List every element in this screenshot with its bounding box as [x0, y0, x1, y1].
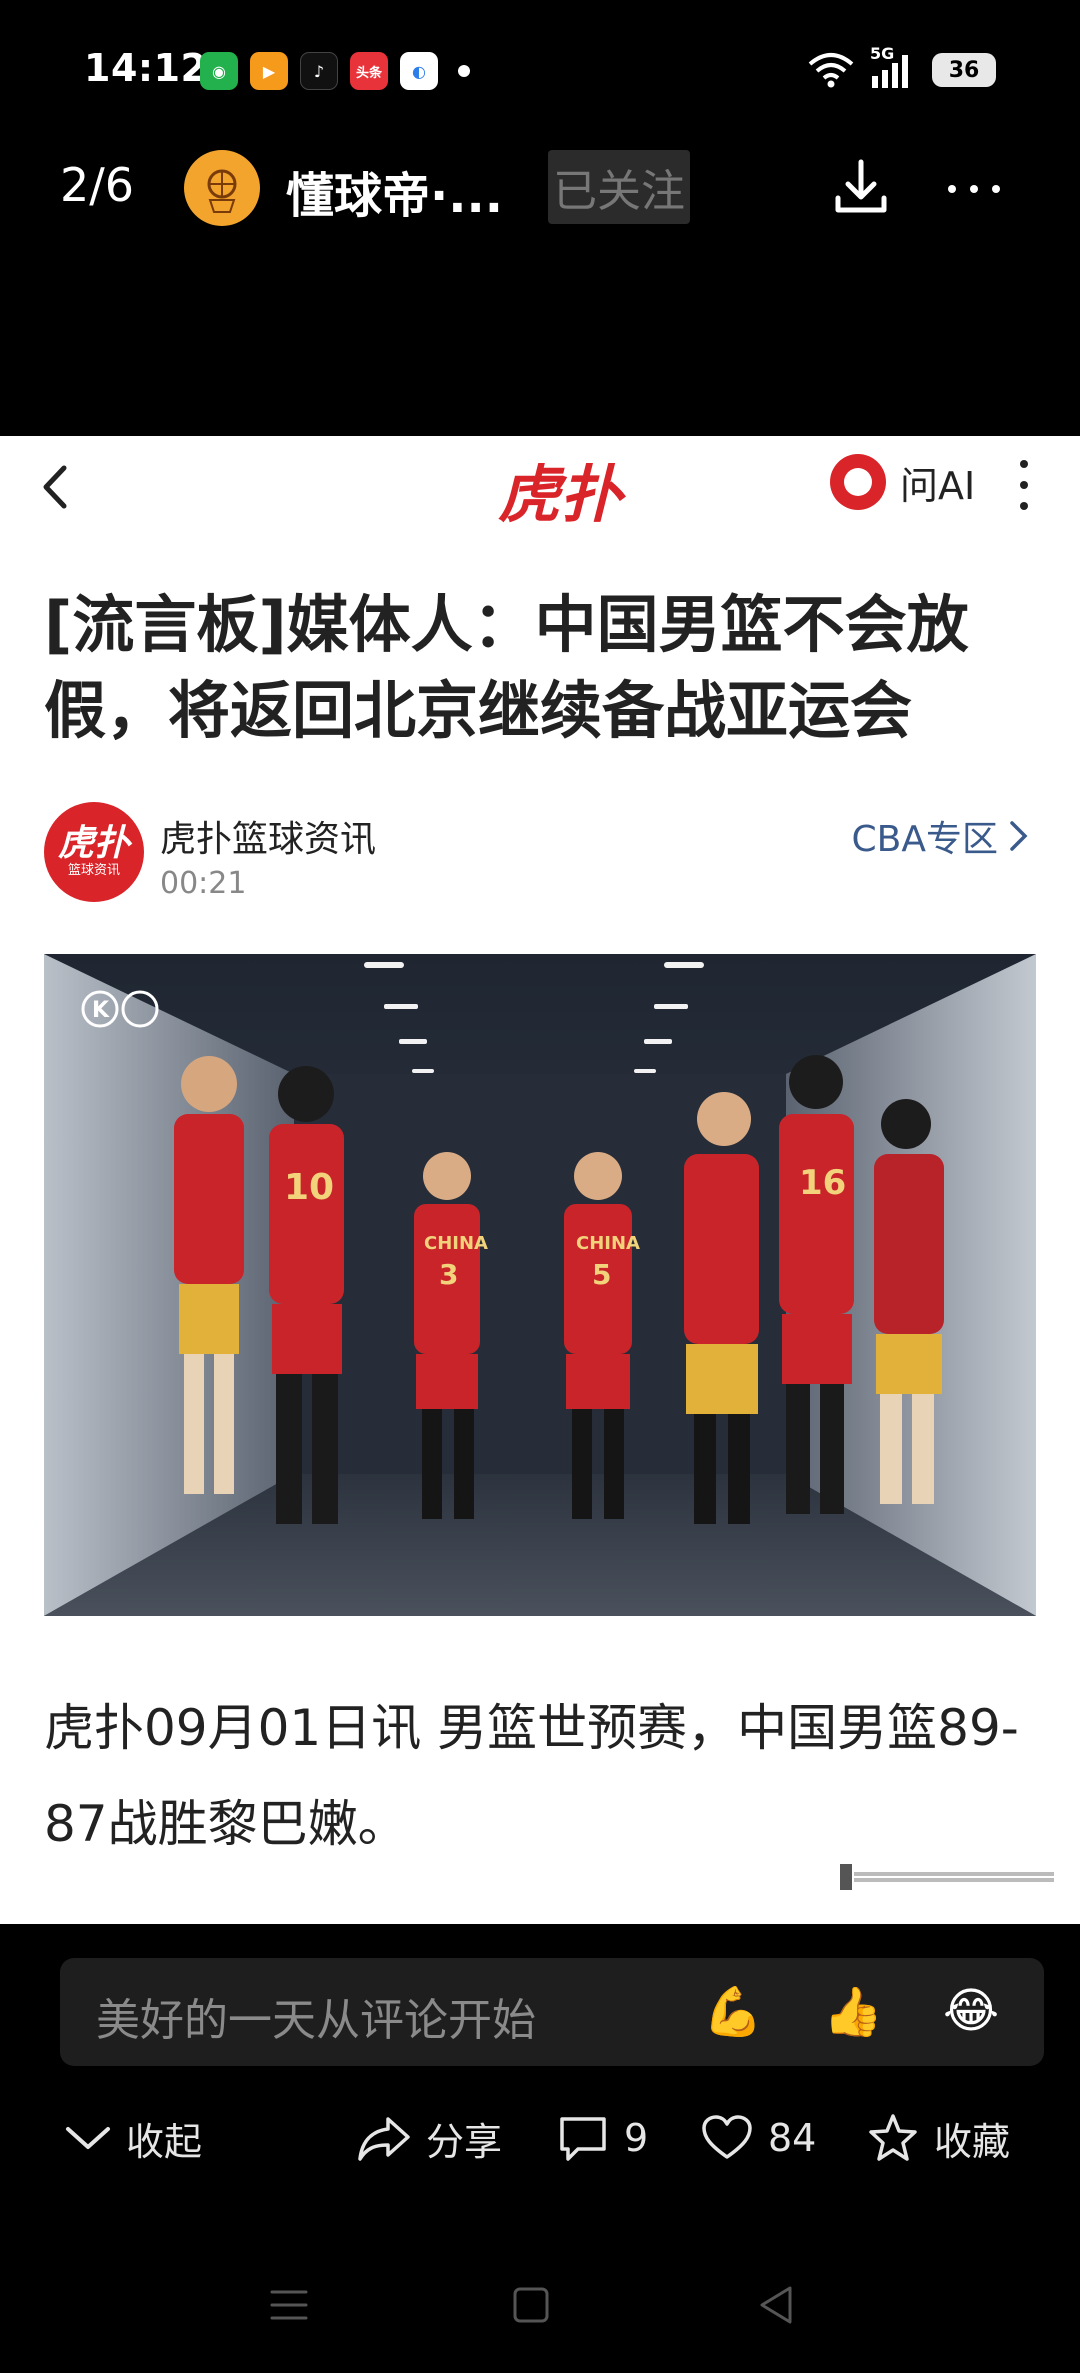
share-button[interactable]: 分享 [356, 2100, 502, 2176]
category-link-label: CBA专区 [851, 819, 998, 860]
category-link[interactable]: CBA专区 [852, 810, 1030, 862]
avatar-sub-text: 篮球资讯 [67, 863, 120, 878]
post-time: 00:21 [160, 866, 247, 901]
svg-text:5: 5 [592, 1258, 611, 1291]
channel-avatar[interactable] [184, 150, 260, 226]
back-triangle-icon[interactable] [752, 2280, 802, 2330]
svg-text:16: 16 [799, 1163, 846, 1203]
article-card: 虎扑 问AI [流言板]媒体人：中国男篮不会放假，将返回北京继续备战亚运会 虎扑… [0, 436, 1080, 1924]
flexed-biceps-emoji-icon[interactable]: 💪 [700, 1978, 766, 2044]
comment-count: 9 [624, 2116, 649, 2160]
download-icon[interactable] [826, 152, 896, 222]
share-label: 分享 [426, 2119, 503, 2164]
video-app-icon: ▶ [250, 52, 288, 90]
status-bar: 14:12 ◉ ▶ ♪ 头条 ◐ 5G 36 [0, 0, 1080, 140]
heart-icon [702, 2115, 752, 2159]
svg-text:K: K [92, 998, 110, 1023]
toutiao-icon: 头条 [350, 52, 388, 90]
follow-button[interactable]: 已关注 [548, 150, 690, 224]
svg-text:CHINA: CHINA [576, 1233, 640, 1254]
tiktok-icon: ♪ [300, 52, 338, 90]
ask-ai-label: 问AI [900, 463, 976, 508]
network-type: 5G [870, 44, 895, 63]
channel-name[interactable]: 懂球帝·... [286, 156, 503, 226]
battery-indicator: 36 [932, 53, 996, 87]
author-row: 虎扑 篮球资讯 虎扑篮球资讯 00:21 CBA专区 [44, 802, 1036, 912]
favorite-label: 收藏 [934, 2119, 1011, 2164]
ask-ai-button[interactable]: 问AI [830, 454, 975, 510]
team-photo-illustration: K 10 CHINA 3 CHINA 5 16 [44, 954, 1036, 1616]
laughing-emoji-icon[interactable]: 😂 [938, 1978, 1004, 2044]
article-headline: [流言板]媒体人：中国男篮不会放假，将返回北京继续备战亚运会 [44, 588, 969, 747]
more-notifications-icon [458, 65, 470, 77]
page-counter: 2/6 [60, 158, 135, 212]
article-more-icon[interactable] [1014, 460, 1034, 510]
share-arrow-icon [358, 2117, 410, 2161]
wifi-icon [808, 53, 854, 88]
svg-text:3: 3 [439, 1258, 458, 1291]
like-count: 84 [768, 2116, 817, 2160]
comments-button[interactable]: 9 [556, 2100, 648, 2176]
top-bar: 2/6 懂球帝·... 已关注 [0, 140, 1080, 236]
wechat-icon: ◉ [200, 52, 238, 90]
chevron-down-icon [66, 2127, 110, 2149]
more-options-icon[interactable] [948, 174, 1018, 204]
cellular-signal-icon: 5G [870, 44, 918, 90]
star-icon [869, 2114, 917, 2161]
basketball-hoop-icon [207, 169, 237, 213]
collapse-button[interactable]: 收起 [64, 2100, 202, 2176]
status-time: 14:12 [84, 46, 208, 90]
action-bar: 收起 分享 9 84 收藏 [0, 2100, 1080, 2176]
hupu-logo: 虎扑 [498, 458, 623, 531]
avatar-brand-text: 虎扑 [57, 823, 130, 864]
favorite-button[interactable]: 收藏 [866, 2100, 1010, 2176]
notification-icons: ◉ ▶ ♪ 头条 ◐ [200, 52, 470, 90]
ai-logo-icon [830, 454, 886, 510]
comment-input[interactable]: 美好的一天从评论开始 [96, 1984, 536, 2048]
author-name[interactable]: 虎扑篮球资讯 [160, 810, 376, 862]
scroll-indicator [840, 1864, 1054, 1890]
browser-icon: ◐ [400, 52, 438, 90]
chevron-right-icon [1010, 821, 1028, 851]
home-icon[interactable] [506, 2280, 556, 2330]
comment-bubble-icon [560, 2117, 606, 2161]
menu-icon[interactable] [264, 2280, 314, 2330]
status-indicators: 5G 36 [806, 44, 996, 90]
article-photo[interactable]: K 10 CHINA 3 CHINA 5 16 [44, 954, 1036, 1616]
comment-input-bar[interactable]: 美好的一天从评论开始 💪 👍 😂 [60, 1958, 1044, 2066]
thumbs-up-emoji-icon[interactable]: 👍 [820, 1978, 886, 2044]
like-button[interactable]: 84 [700, 2100, 816, 2176]
system-nav-bar [0, 2270, 1080, 2350]
collapse-label: 收起 [126, 2119, 203, 2164]
back-arrow-icon[interactable] [36, 462, 76, 512]
article-body-text: 虎扑09月01日讯 男篮世预赛，中国男篮89-87战胜黎巴嫩。 [44, 1699, 1019, 1853]
article-header: 虎扑 问AI [0, 436, 1080, 536]
author-avatar[interactable]: 虎扑 篮球资讯 [44, 802, 144, 902]
svg-text:10: 10 [284, 1167, 334, 1208]
svg-text:CHINA: CHINA [424, 1233, 488, 1254]
